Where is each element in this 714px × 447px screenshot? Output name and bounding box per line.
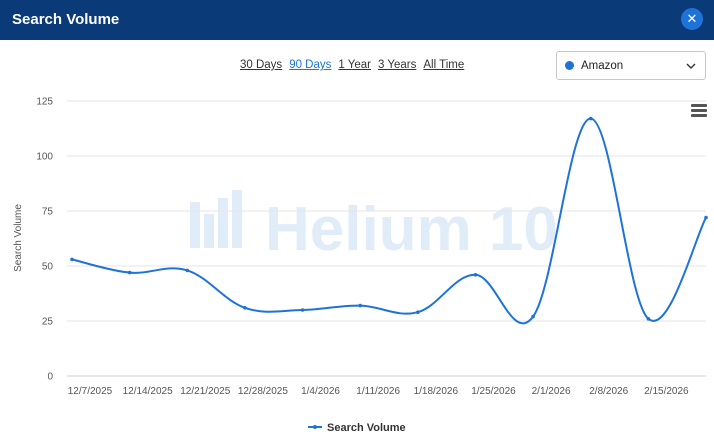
x-tick-label: 2/1/2026 bbox=[532, 386, 571, 397]
chart-legend[interactable]: Search Volume bbox=[308, 422, 406, 434]
y-tick-label: 50 bbox=[42, 262, 54, 273]
data-point[interactable] bbox=[531, 314, 535, 319]
x-tick-label: 1/18/2026 bbox=[414, 386, 459, 397]
data-point[interactable] bbox=[646, 317, 651, 321]
x-tick-label: 1/11/2026 bbox=[356, 386, 400, 397]
data-point[interactable] bbox=[185, 268, 190, 273]
y-tick-label: 100 bbox=[36, 152, 53, 163]
x-tick-label: 12/7/2025 bbox=[68, 386, 113, 397]
helium10-watermark: Helium 10 bbox=[190, 190, 558, 264]
data-point[interactable] bbox=[358, 303, 362, 308]
y-tick-label: 125 bbox=[36, 97, 53, 108]
legend-label: Search Volume bbox=[327, 422, 406, 434]
data-point[interactable] bbox=[416, 310, 420, 315]
x-tick-label: 12/28/2025 bbox=[238, 386, 288, 397]
data-point[interactable] bbox=[704, 215, 708, 220]
search-volume-chart: Helium 10 0 25 50 75 100 125 12/7/2025 12/14/2… bbox=[13, 97, 708, 434]
y-axis-label: Search Volume bbox=[13, 204, 24, 272]
y-tick-label: 0 bbox=[47, 372, 53, 383]
x-tick-label: 1/4/2026 bbox=[301, 386, 340, 397]
x-tick-label: 12/14/2025 bbox=[123, 386, 173, 397]
y-tick-label: 25 bbox=[42, 317, 54, 328]
x-tick-label: 2/8/2026 bbox=[589, 386, 628, 397]
data-point[interactable] bbox=[473, 273, 478, 277]
watermark-text: Helium 10 bbox=[265, 195, 558, 264]
data-point[interactable] bbox=[243, 306, 247, 310]
data-point[interactable] bbox=[300, 308, 305, 312]
x-tick-label: 12/21/2025 bbox=[180, 386, 230, 397]
y-tick-label: 75 bbox=[42, 207, 54, 218]
x-tick-label: 2/15/2026 bbox=[644, 386, 689, 397]
data-point[interactable] bbox=[127, 270, 132, 275]
data-point[interactable] bbox=[70, 257, 74, 262]
data-point[interactable] bbox=[588, 116, 593, 121]
x-tick-label: 1/25/2026 bbox=[471, 386, 516, 397]
